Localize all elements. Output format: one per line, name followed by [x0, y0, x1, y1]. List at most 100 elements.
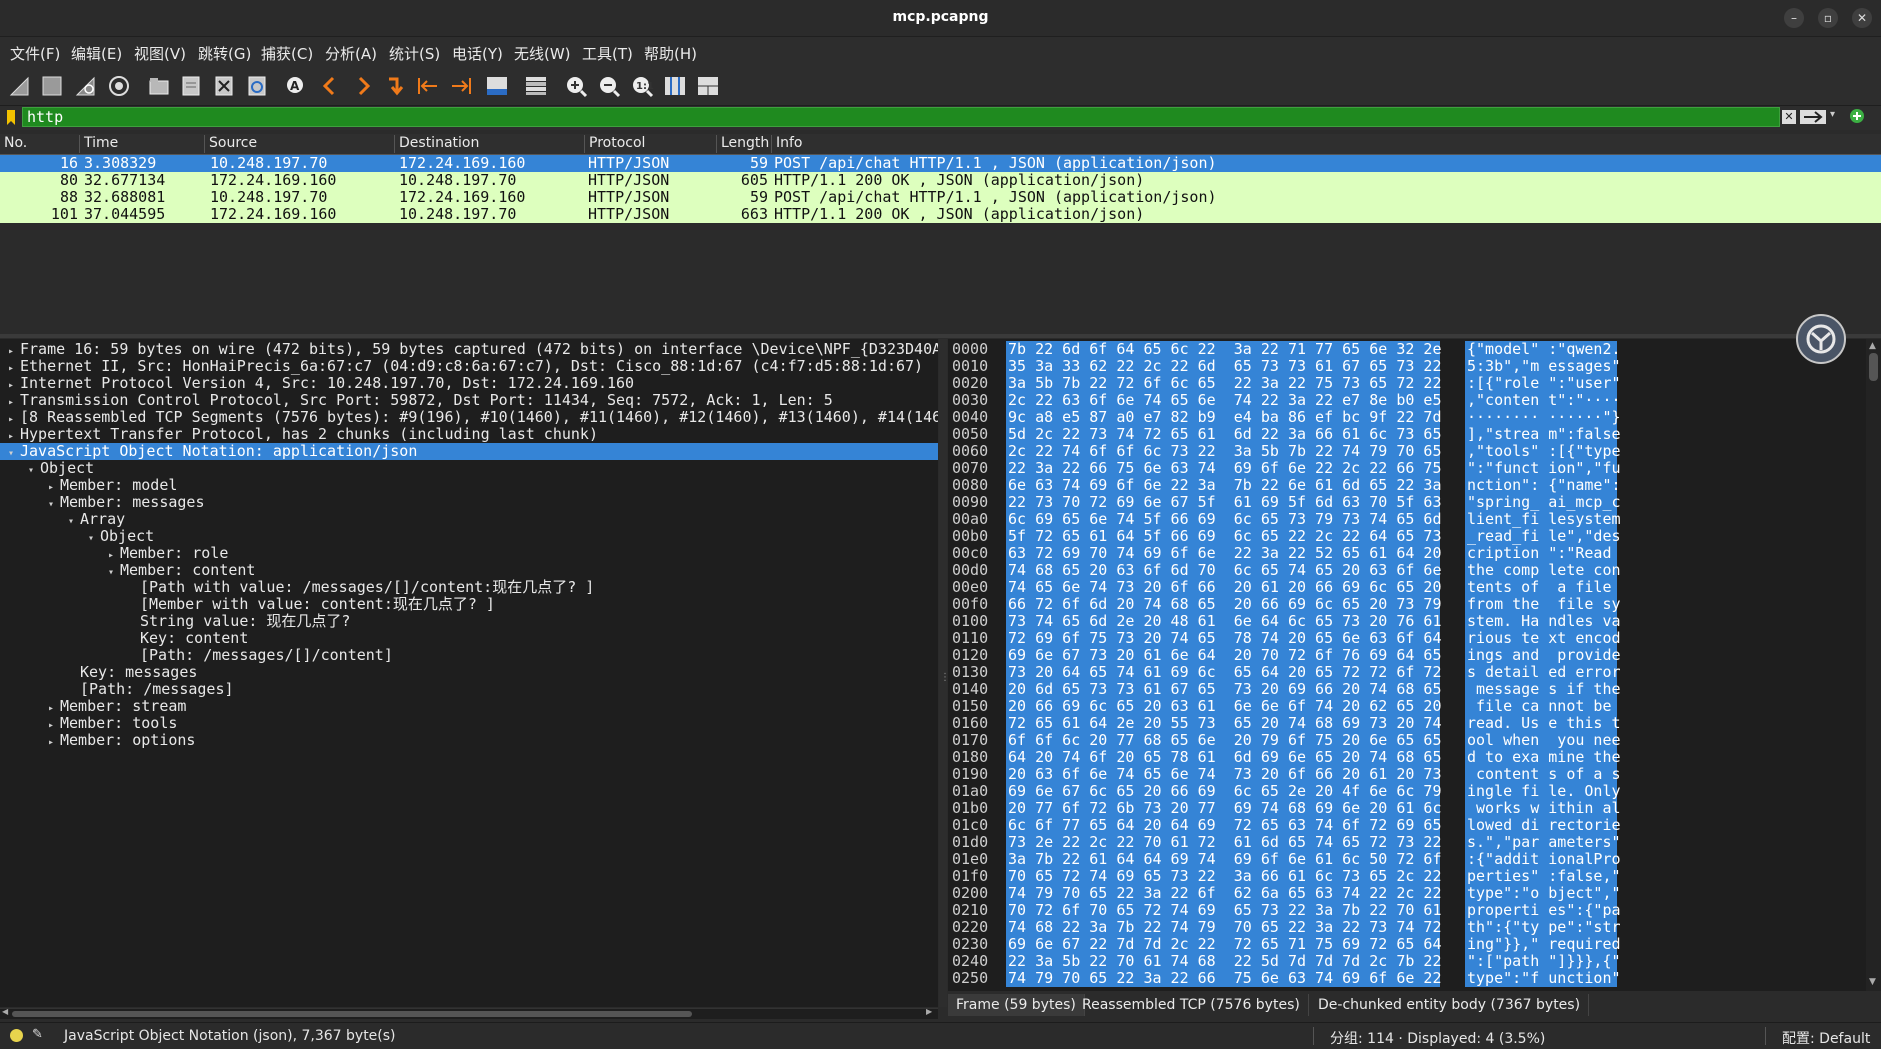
- menu-file[interactable]: 文件(F): [10, 43, 60, 64]
- bytes-ascii[interactable]: content s of a s: [1465, 766, 1621, 783]
- filter-dropdown-icon[interactable]: ▾: [1830, 109, 1835, 120]
- bytes-ascii[interactable]: lient_fi lesystem: [1465, 511, 1621, 528]
- bytes-ascii[interactable]: ········ ······"}: [1465, 409, 1621, 426]
- bytes-hex[interactable]: 22 73 70 72 69 6e 67 5f 61 69 5f 6d 63 7…: [1006, 494, 1441, 511]
- bytes-hex[interactable]: 35 3a 33 62 22 2c 22 6d 65 73 73 61 67 6…: [1006, 358, 1441, 375]
- bytes-hex[interactable]: 70 65 72 74 69 65 73 22 3a 66 61 6c 73 6…: [1006, 868, 1441, 885]
- menu-statistics[interactable]: 统计(S): [389, 43, 440, 64]
- resize-columns-icon[interactable]: [662, 73, 688, 99]
- bytes-hex[interactable]: 69 6e 67 6c 65 20 66 69 6c 65 2e 20 4f 6…: [1006, 783, 1441, 800]
- packet-row[interactable]: 16 3.308329 10.248.197.70 172.24.169.160 HTT…: [0, 155, 1881, 172]
- bytes-ascii[interactable]: works w ithin al: [1465, 800, 1621, 817]
- bytes-hex[interactable]: 74 65 6e 74 73 20 6f 66 20 61 20 66 69 6…: [1006, 579, 1441, 596]
- column-header-protocol[interactable]: Protocol: [585, 135, 717, 153]
- column-header-source[interactable]: Source: [205, 135, 395, 153]
- column-header-time[interactable]: Time: [80, 135, 205, 153]
- status-profile[interactable]: 配置: Default: [1782, 1028, 1870, 1048]
- zoom-out-icon[interactable]: [596, 73, 622, 99]
- close-file-icon[interactable]: [211, 73, 237, 99]
- menu-view[interactable]: 视图(V): [134, 43, 186, 64]
- tree-item[interactable]: Key: messages: [0, 664, 938, 681]
- go-forward-icon[interactable]: [350, 73, 376, 99]
- bytes-hex[interactable]: 22 3a 5b 22 70 61 74 68 22 5d 7d 7d 7d 2…: [1006, 953, 1441, 970]
- menu-capture[interactable]: 捕获(C): [261, 43, 313, 64]
- bytes-ascii[interactable]: 5:3b","m essages": [1465, 358, 1621, 375]
- tree-item[interactable]: ▾ Member: content: [0, 562, 938, 579]
- tree-item[interactable]: ▾ Object: [0, 460, 938, 477]
- bytes-hex[interactable]: 74 68 65 20 63 6f 6d 70 6c 65 74 65 20 6…: [1006, 562, 1441, 579]
- bytes-ascii[interactable]: ool when you nee: [1465, 732, 1621, 749]
- go-back-icon[interactable]: [317, 73, 343, 99]
- bytes-ascii[interactable]: ,"conten t":"····: [1465, 392, 1621, 409]
- bytes-ascii[interactable]: th":{"ty pe":"str: [1465, 919, 1621, 936]
- bytes-hex[interactable]: 66 72 6f 6d 20 74 68 65 20 66 69 6c 65 2…: [1006, 596, 1441, 613]
- bytes-ascii[interactable]: lowed di rectorie: [1465, 817, 1621, 834]
- bytes-hex[interactable]: 73 2e 22 2c 22 70 61 72 61 6d 65 74 65 7…: [1006, 834, 1441, 851]
- packet-row[interactable]: 80 32.677134 172.24.169.160 10.248.197.70 HT…: [0, 172, 1881, 189]
- packet-row[interactable]: 88 32.688081 10.248.197.70 172.24.169.160 HT…: [0, 189, 1881, 206]
- bytes-hex[interactable]: 20 77 6f 72 6b 73 20 77 69 74 68 69 6e 2…: [1006, 800, 1441, 817]
- menu-tools[interactable]: 工具(T): [582, 43, 633, 64]
- pane-splitter-vertical[interactable]: ⋮: [939, 339, 950, 1007]
- bytes-hex[interactable]: 63 72 69 70 74 69 6f 6e 22 3a 22 52 65 6…: [1006, 545, 1441, 562]
- bytes-ascii[interactable]: cription ":"Read: [1465, 545, 1617, 562]
- tree-item[interactable]: ▸ Hypertext Transfer Protocol, has 2 chun…: [0, 426, 938, 443]
- bytes-ascii[interactable]: d to exa mine the: [1465, 749, 1621, 766]
- tree-item[interactable]: ▾ Object: [0, 528, 938, 545]
- zoom-in-icon[interactable]: [563, 73, 589, 99]
- bytes-ascii[interactable]: :[{"role ":"user": [1465, 375, 1621, 392]
- bytes-ascii[interactable]: the comp lete con: [1465, 562, 1621, 579]
- assistant-avatar-icon[interactable]: [1796, 314, 1846, 364]
- bytes-hex[interactable]: 7b 22 6d 6f 64 65 6c 22 3a 22 71 77 65 6…: [1006, 341, 1441, 358]
- bytes-ascii[interactable]: stem. Ha ndles va: [1465, 613, 1621, 630]
- column-header-no[interactable]: No.: [0, 135, 80, 153]
- tree-item[interactable]: ▸ Member: model: [0, 477, 938, 494]
- details-horizontal-scrollbar[interactable]: ◀ ▶: [0, 1007, 938, 1019]
- packet-row[interactable]: 101 37.044595 172.24.169.160 10.248.197.70 H…: [0, 206, 1881, 223]
- bytes-ascii[interactable]: ,"tools" :[{"type: [1465, 443, 1621, 460]
- tree-item[interactable]: ▸ Internet Protocol Version 4, Src: 10.24…: [0, 375, 938, 392]
- menu-analyze[interactable]: 分析(A): [325, 43, 377, 64]
- bytes-hex[interactable]: 74 79 70 65 22 3a 22 6f 62 6a 65 63 74 2…: [1006, 885, 1441, 902]
- layout-icon[interactable]: [695, 73, 721, 99]
- tree-item[interactable]: Key: content: [0, 630, 938, 647]
- bytes-ascii[interactable]: rious te xt encod: [1465, 630, 1621, 647]
- bytes-hex[interactable]: 6e 63 74 69 6f 6e 22 3a 7b 22 6e 61 6d 6…: [1006, 477, 1441, 494]
- tab-reassembled-tcp[interactable]: Reassembled TCP (7576 bytes): [1074, 994, 1309, 1016]
- bytes-ascii[interactable]: ing"}}," required: [1465, 936, 1621, 953]
- minimize-icon[interactable]: –: [1784, 8, 1804, 28]
- menu-go[interactable]: 跳转(G): [198, 43, 251, 64]
- tree-item[interactable]: String value: 现在几点了?: [0, 613, 938, 630]
- shark-fin-restart-icon[interactable]: [73, 73, 99, 99]
- bytes-hex[interactable]: 73 20 64 65 74 61 69 6c 65 64 20 65 72 7…: [1006, 664, 1441, 681]
- folder-open-icon[interactable]: [146, 73, 172, 99]
- tree-item[interactable]: ▸ Member: role: [0, 545, 938, 562]
- bytes-ascii[interactable]: ":["path "]}}},{": [1465, 953, 1621, 970]
- tree-item[interactable]: ▾ Member: messages: [0, 494, 938, 511]
- edit-comment-icon[interactable]: ✎: [32, 1027, 43, 1042]
- bytes-hex[interactable]: 22 3a 22 66 75 6e 63 74 69 6f 6e 22 2c 2…: [1006, 460, 1441, 477]
- bytes-ascii[interactable]: type":"f unction": [1465, 970, 1621, 987]
- menu-wireless[interactable]: 无线(W): [514, 43, 571, 64]
- tree-item[interactable]: ▾ Array: [0, 511, 938, 528]
- menu-edit[interactable]: 编辑(E): [71, 43, 122, 64]
- bytes-hex[interactable]: 6c 6f 77 65 64 20 64 69 72 65 63 74 6f 7…: [1006, 817, 1441, 834]
- jump-to-packet-icon[interactable]: [383, 73, 409, 99]
- bytes-ascii[interactable]: file ca nnot be: [1465, 698, 1617, 715]
- bytes-hex[interactable]: 5d 2c 22 73 74 72 65 61 6d 22 3a 66 61 6…: [1006, 426, 1441, 443]
- bytes-ascii[interactable]: ],"strea m":false: [1465, 426, 1621, 443]
- clear-filter-icon[interactable]: ✕: [1782, 110, 1796, 124]
- menu-help[interactable]: 帮助(H): [644, 43, 697, 64]
- tree-item[interactable]: ▸ Member: tools: [0, 715, 938, 732]
- bytes-ascii[interactable]: message s if the: [1465, 681, 1621, 698]
- tree-item[interactable]: ▸ Member: stream: [0, 698, 938, 715]
- menu-telephony[interactable]: 电话(Y): [452, 43, 503, 64]
- bytes-hex[interactable]: 20 66 69 6c 65 20 63 61 6e 6e 6f 74 20 6…: [1006, 698, 1441, 715]
- bytes-hex[interactable]: 73 74 65 6d 2e 20 48 61 6e 64 6c 65 73 2…: [1006, 613, 1441, 630]
- first-packet-icon[interactable]: [415, 73, 441, 99]
- bytes-hex[interactable]: 5f 72 65 61 64 5f 66 69 6c 65 22 2c 22 6…: [1006, 528, 1441, 545]
- bytes-hex[interactable]: 6f 6f 6c 20 77 68 65 6e 20 79 6f 75 20 6…: [1006, 732, 1441, 749]
- bytes-ascii[interactable]: s detail ed error: [1465, 664, 1621, 681]
- bytes-hex[interactable]: 69 6e 67 22 7d 7d 2c 22 72 65 71 75 69 7…: [1006, 936, 1441, 953]
- bytes-ascii[interactable]: type":"o bject",": [1465, 885, 1621, 902]
